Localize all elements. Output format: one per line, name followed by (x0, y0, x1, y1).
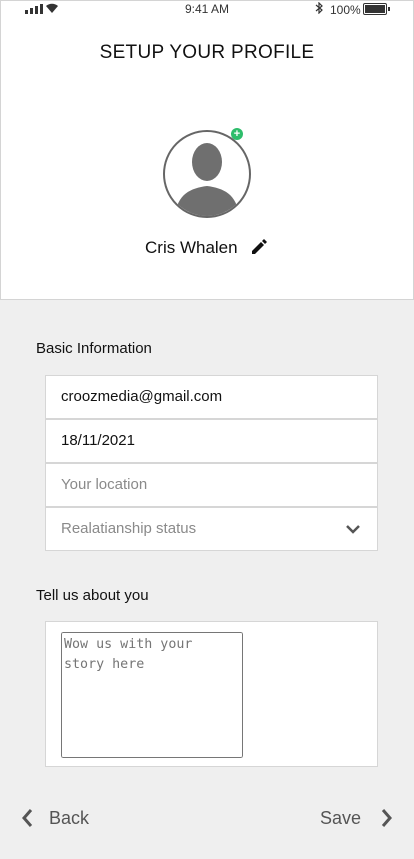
basic-info-label: Basic Information (36, 340, 152, 357)
page-title: SETUP YOUR PROFILE (99, 42, 315, 63)
email-field[interactable] (45, 375, 378, 419)
relationship-select[interactable]: Realatianship status (45, 507, 378, 551)
status-time: 9:41 AM (185, 2, 230, 16)
back-label: Back (49, 807, 90, 828)
location-input[interactable] (61, 476, 377, 493)
location-field[interactable] (45, 463, 378, 507)
avatar[interactable] (163, 130, 251, 218)
profile-name-row: Cris Whalen (0, 238, 414, 260)
story-textarea[interactable] (61, 632, 243, 758)
wifi-icon (46, 3, 58, 13)
save-label: Save (320, 807, 362, 828)
date-input[interactable] (61, 432, 377, 449)
relationship-placeholder: Realatianship status (61, 520, 197, 537)
battery-icon (363, 3, 390, 15)
story-field[interactable] (45, 621, 378, 767)
chevron-left-icon (22, 809, 33, 828)
back-button[interactable]: Back (20, 807, 89, 833)
status-bar: 9:41 AM 100% (0, 0, 414, 18)
add-photo-icon[interactable]: + (231, 128, 243, 140)
chevron-down-icon (346, 525, 360, 534)
save-button[interactable]: Save (320, 807, 394, 833)
profile-name: Cris Whalen (145, 238, 238, 257)
user-silhouette-icon (175, 143, 239, 216)
email-input[interactable] (61, 388, 377, 405)
signal-icon (25, 4, 43, 14)
pencil-icon[interactable] (250, 238, 268, 256)
about-label: Tell us about you (36, 587, 149, 604)
date-field[interactable] (45, 419, 378, 463)
battery-percent: 100% (330, 3, 361, 17)
chevron-right-icon (381, 809, 393, 828)
bluetooth-icon (315, 2, 323, 14)
